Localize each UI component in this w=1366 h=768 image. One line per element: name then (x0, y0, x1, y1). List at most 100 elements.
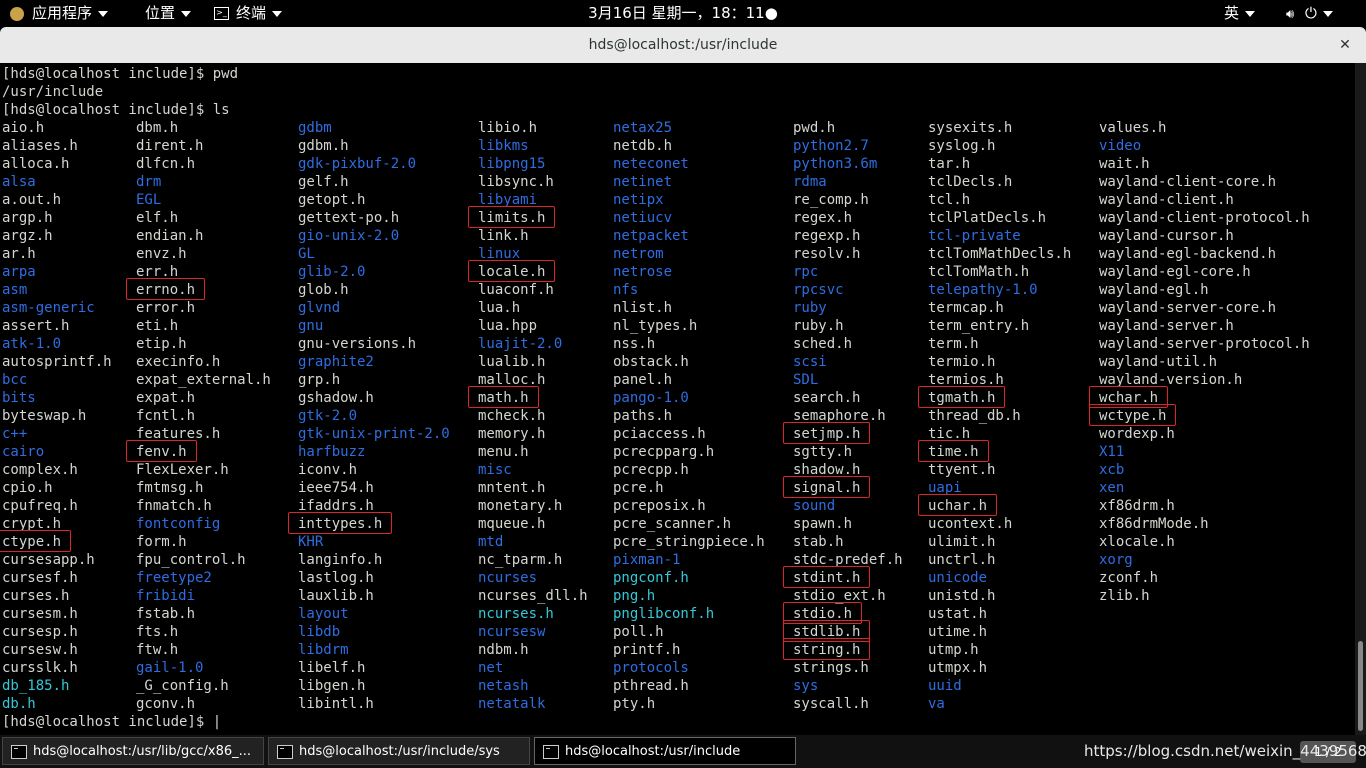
ls-file-entry: strings.h (793, 660, 869, 676)
ls-dir-entry: xcb (1099, 462, 1125, 478)
ls-dir-entry: video (1099, 138, 1142, 154)
ls-dir-entry: xorg (1099, 552, 1133, 568)
applications-label: 应用程序 (32, 4, 93, 22)
highlight-box (783, 638, 871, 660)
ls-file-entry: memory.h (478, 426, 546, 442)
watermark: https://blog.csdn.net/weixin_44395686 (1084, 742, 1366, 760)
ls-file-entry: panel.h (613, 372, 673, 388)
ls-dir-entry: ncursesw (478, 624, 546, 640)
ls-file-entry: dirent.h (136, 138, 204, 154)
taskbar-item-label: hds@localhost:/usr/include/sys (299, 744, 500, 759)
ls-file-entry: pcreposix.h (613, 498, 706, 514)
ls-dir-entry: netinet (613, 174, 673, 190)
ls-file-entry: pty.h (613, 696, 656, 712)
taskbar-item-sys[interactable]: hds@localhost:/usr/include/sys (268, 737, 530, 765)
chevron-down-icon (98, 10, 109, 17)
ls-file-entry: netdb.h (613, 138, 673, 154)
highlight-box (126, 278, 205, 300)
ls-file-entry: curses.h (2, 588, 70, 604)
ls-file-entry: zconf.h (1099, 570, 1159, 586)
ls-dir-entry: GL (298, 246, 315, 262)
ls-file-entry: term_entry.h (928, 318, 1030, 334)
ls-dir-entry: fontconfig (136, 516, 221, 532)
ls-file-entry: error.h (136, 300, 196, 316)
ls-file-entry: tar.h (928, 156, 971, 172)
window-list-bar: hds@localhost:/usr/lib/gcc/x86_... hds@l… (0, 735, 1366, 768)
ls-dir-entry: glib-2.0 (298, 264, 366, 280)
highlight-box (783, 476, 871, 498)
input-method-label: 英 (1224, 4, 1240, 22)
ls-file-entry: fts.h (136, 624, 179, 640)
ls-file-entry: lua.hpp (478, 318, 538, 334)
ls-file-entry: libsync.h (478, 174, 554, 190)
ls-dir-entry: ruby (793, 300, 827, 316)
close-icon[interactable]: ✕ (1336, 36, 1354, 54)
ls-dir-entry: gdbm (298, 120, 332, 136)
ls-file-entry: expat.h (136, 390, 196, 406)
taskbar-item-label: hds@localhost:/usr/lib/gcc/x86_... (33, 744, 252, 759)
taskbar-item-gcc[interactable]: hds@localhost:/usr/lib/gcc/x86_... (2, 737, 264, 765)
ls-file-entry: libio.h (478, 120, 538, 136)
chevron-down-icon (272, 10, 283, 17)
ls-dir-entry: bcc (2, 372, 28, 388)
terminal-line: /usr/include (2, 84, 104, 100)
ls-file-entry: wait.h (1099, 156, 1150, 172)
ls-dir-entry: fribidi (136, 588, 196, 604)
ls-file-entry: mqueue.h (478, 516, 546, 532)
ls-file-entry: assert.h (2, 318, 70, 334)
ls-file-entry: tcl.h (928, 192, 971, 208)
system-menu[interactable]: 🔊︎ ⏻ (1286, 0, 1333, 26)
applications-menu[interactable]: 应用程序 (10, 0, 109, 26)
ls-file-entry: ustat.h (928, 606, 988, 622)
taskbar-item-include[interactable]: hds@localhost:/usr/include (534, 737, 796, 765)
ls-dir-entry: gtk-unix-print-2.0 (298, 426, 450, 442)
terminal-scrollbar[interactable] (1355, 63, 1366, 735)
ls-file-entry: ruby.h (793, 318, 844, 334)
ls-file-entry: paths.h (613, 408, 673, 424)
ls-file-entry: wayland-egl-backend.h (1099, 246, 1277, 262)
ls-file-entry: cursesf.h (2, 570, 78, 586)
places-menu[interactable]: 位置 (145, 0, 192, 26)
ls-dir-entry: xen (1099, 480, 1125, 496)
ls-dir-entry: cairo (2, 444, 45, 460)
ls-file-entry: ncurses_dll.h (478, 588, 588, 604)
highlight-box (1089, 404, 1177, 426)
ls-file-entry: pngconf.h (613, 570, 689, 586)
ls-file-entry: fpu_control.h (136, 552, 246, 568)
clock[interactable]: 3月16日 星期一，18：11● (0, 0, 1366, 26)
terminal-label: 终端 (236, 4, 267, 22)
ls-file-entry: utime.h (928, 624, 988, 640)
ls-dir-entry: pixman-1 (613, 552, 681, 568)
window-titlebar[interactable]: hds@localhost:/usr/include ✕ (0, 27, 1366, 63)
ls-dir-entry: net (478, 660, 504, 676)
ls-file-entry: pwd.h (793, 120, 836, 136)
ls-file-entry: byteswap.h (2, 408, 87, 424)
ls-file-entry: values.h (1099, 120, 1167, 136)
ls-file-entry: iconv.h (298, 462, 358, 478)
ls-file-entry: alloca.h (2, 156, 70, 172)
terminal-prompt[interactable]: [hds@localhost include]$ | (2, 713, 221, 731)
scrollbar-thumb[interactable] (1358, 641, 1363, 731)
ls-file-entry: mntent.h (478, 480, 546, 496)
ls-file-entry: search.h (793, 390, 861, 406)
ls-file-entry: autosprintf.h (2, 354, 112, 370)
ls-file-entry: libgen.h (298, 678, 366, 694)
ls-file-entry: syscall.h (793, 696, 869, 712)
ls-file-entry: ieee754.h (298, 480, 374, 496)
ls-file-entry: wordexp.h (1099, 426, 1175, 442)
ls-file-entry: poll.h (613, 624, 664, 640)
ls-file-entry: execinfo.h (136, 354, 221, 370)
ls-dir-entry: netipx (613, 192, 664, 208)
ls-file-entry: aio.h (2, 120, 45, 136)
terminal-icon (543, 745, 559, 759)
ls-dir-entry: gnu (298, 318, 324, 334)
terminal-output[interactable]: [hds@localhost include]$ pwd /usr/includ… (0, 63, 1355, 735)
chevron-down-icon (1245, 10, 1256, 17)
highlight-box (918, 494, 997, 516)
ls-file-entry: db.h (2, 696, 36, 712)
ls-file-entry: _G_config.h (136, 678, 229, 694)
terminal-menu[interactable]: >_ 终端 (214, 0, 283, 26)
input-method-indicator[interactable]: 英 (1224, 0, 1256, 26)
ls-file-entry: pcre.h (613, 480, 664, 496)
ls-file-entry: ar.h (2, 246, 36, 262)
